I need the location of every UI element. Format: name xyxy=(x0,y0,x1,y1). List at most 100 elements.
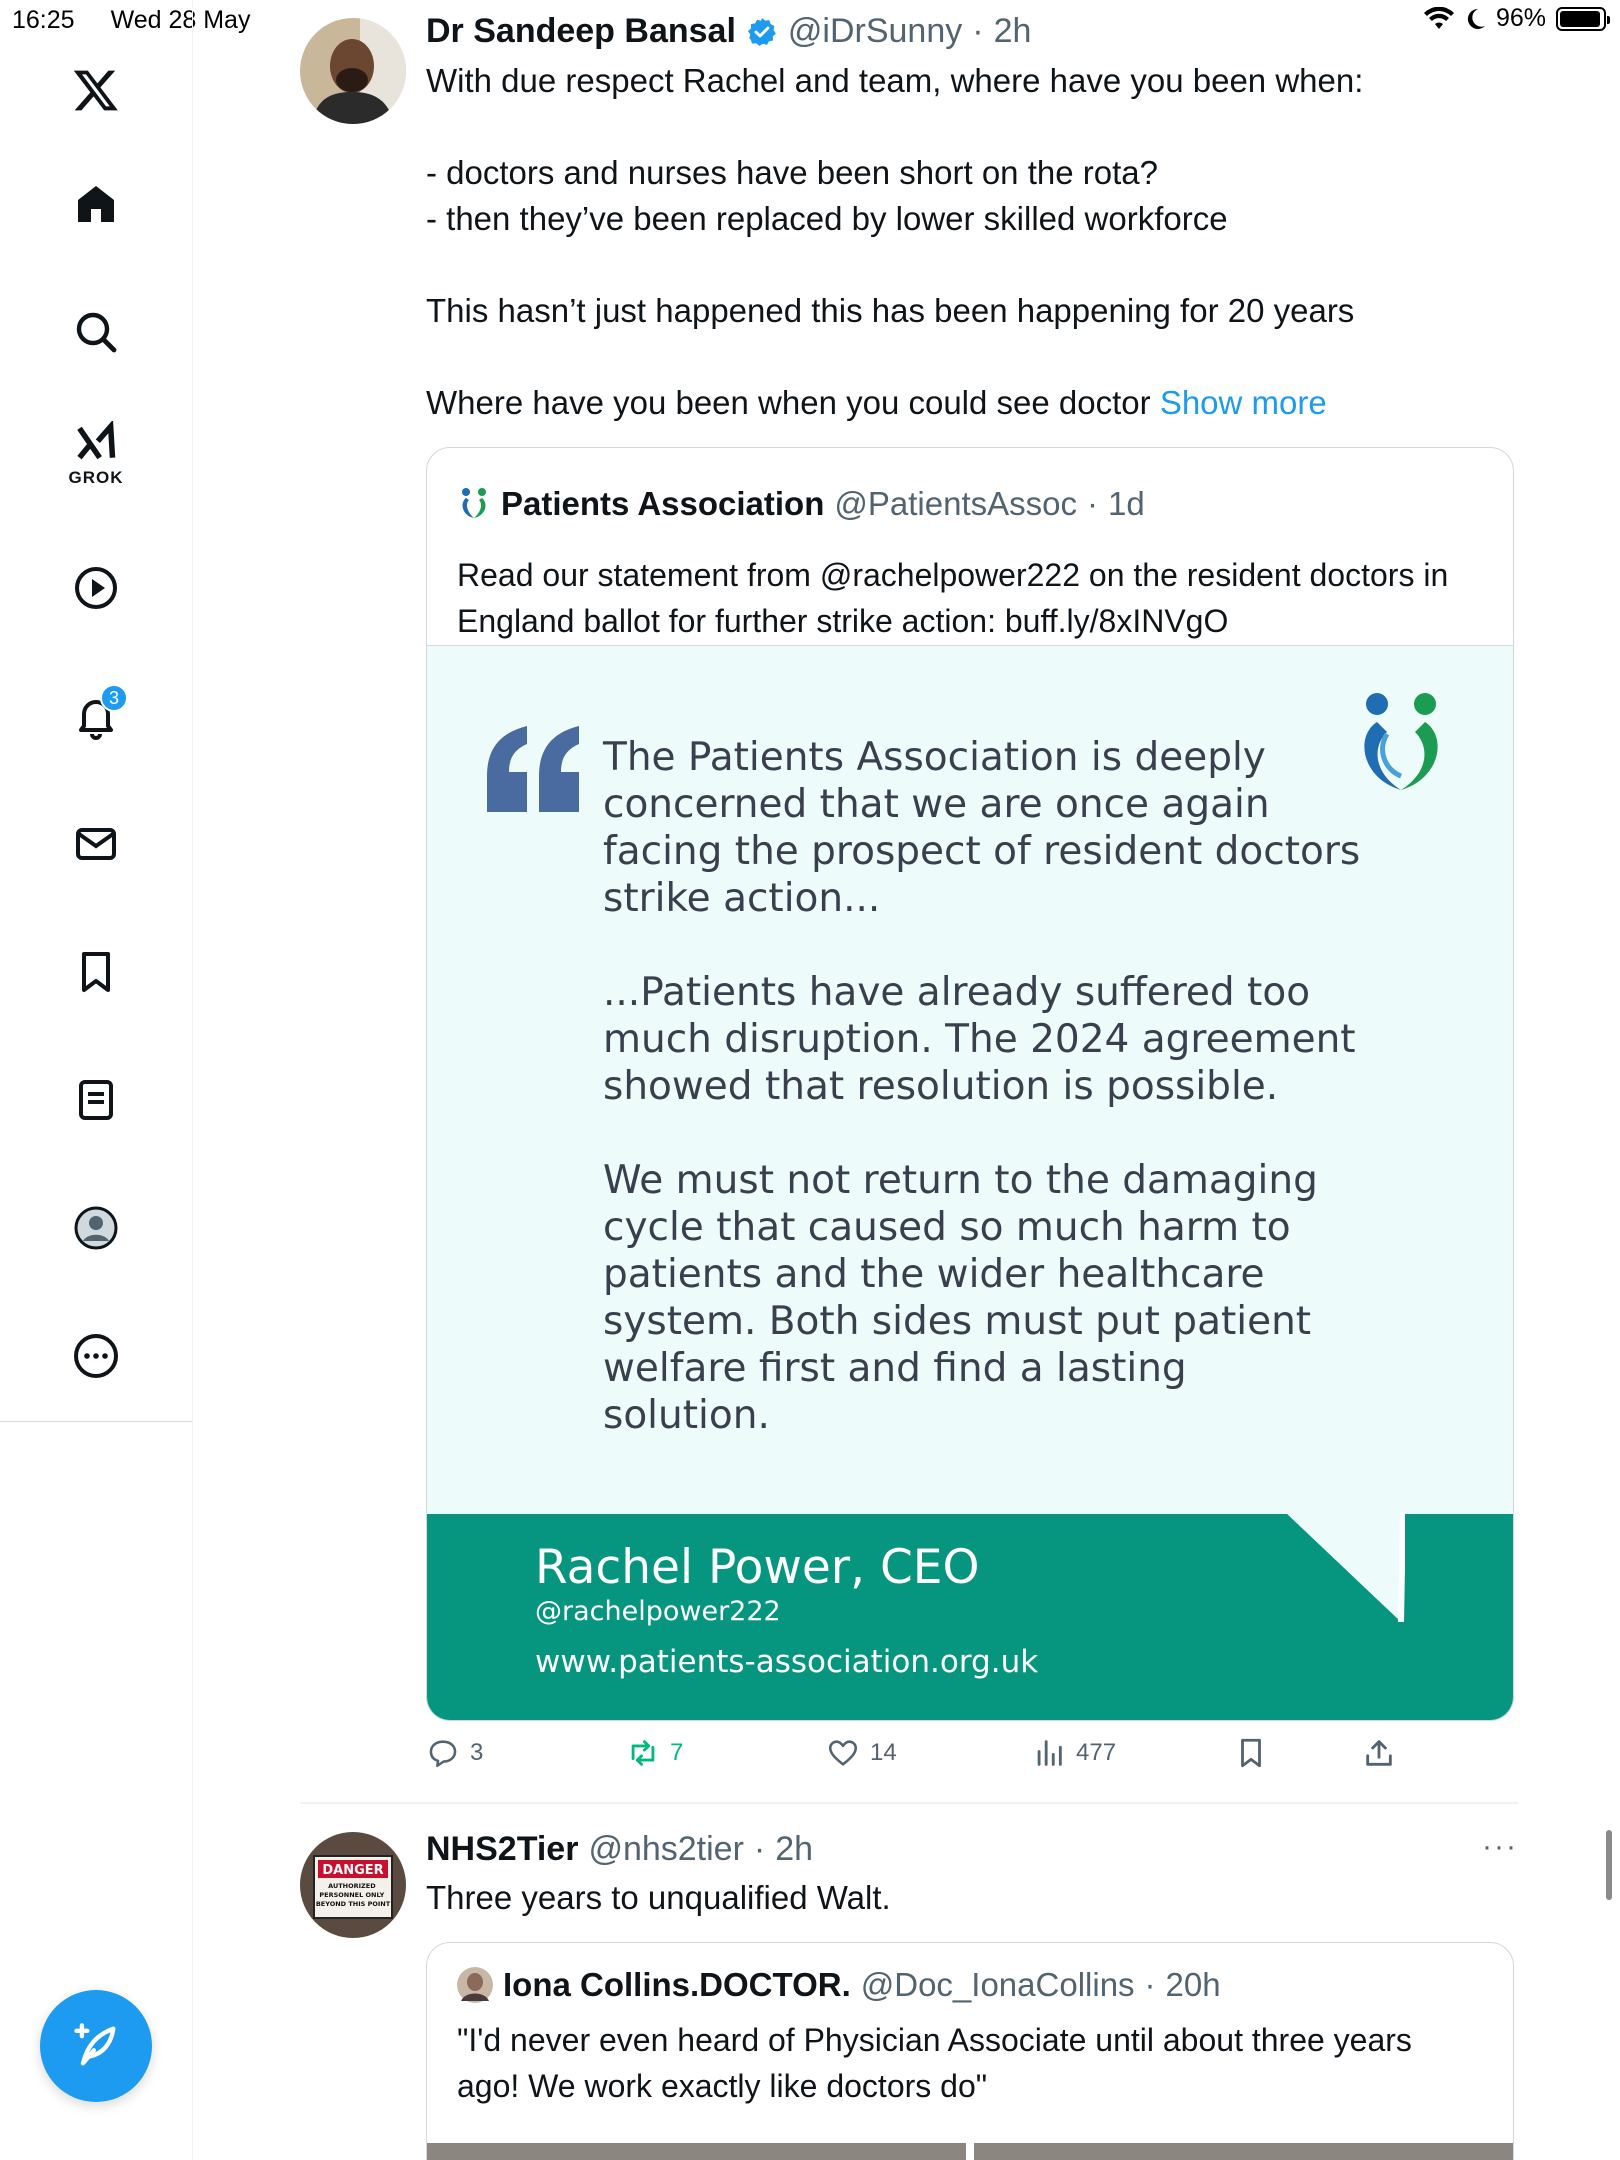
heart-icon xyxy=(828,1740,858,1766)
show-more-link[interactable]: Show more xyxy=(1160,384,1327,421)
statement-text: The Patients Association is deeply conce… xyxy=(603,735,1361,1438)
play-icon xyxy=(75,567,117,609)
quoted-tweet-card[interactable]: Iona Collins.DOCTOR. @Doc_IonaCollins · … xyxy=(426,1942,1514,2160)
bookmark-icon xyxy=(1241,1738,1261,1768)
status-bar-right: 96% xyxy=(1423,4,1610,33)
patients-association-logo-icon xyxy=(462,488,486,518)
share-button[interactable] xyxy=(1362,1736,1396,1770)
quote-author-name[interactable]: Patients Association xyxy=(501,485,824,523)
sidebar-item-bookmarks[interactable] xyxy=(60,936,132,1008)
tweet-time[interactable]: 2h xyxy=(775,1830,813,1869)
quote-author-name[interactable]: Iona Collins.DOCTOR. xyxy=(503,1966,851,2004)
author-handle[interactable]: @nhs2tier xyxy=(588,1830,743,1869)
author-name[interactable]: Dr Sandeep Bansal xyxy=(426,12,736,51)
grok-label: GROK xyxy=(68,468,124,487)
views-button[interactable]: 477 xyxy=(1032,1736,1116,1770)
sidebar-item-lists[interactable] xyxy=(60,1064,132,1136)
battery-icon xyxy=(1556,6,1610,31)
separator-dot: · xyxy=(972,12,984,50)
tweet-text: Three years to unqualified Walt. xyxy=(426,1879,891,1916)
home-icon xyxy=(78,186,114,222)
search-icon xyxy=(76,312,117,353)
like-count: 14 xyxy=(870,1739,897,1766)
quote-author-handle[interactable]: @Doc_IonaCollins xyxy=(861,1966,1135,2004)
signatory-handle: @rachelpower222 xyxy=(535,1596,781,1627)
quotation-mark-icon xyxy=(487,726,579,812)
notification-badge: 3 xyxy=(100,684,128,712)
tweet-avatar-nhs2tier[interactable]: DANGER AUTHORIZED PERSONNEL ONLY BEYOND … xyxy=(300,1832,406,1938)
quote-text: Read our statement from @rachelpower222 … xyxy=(457,557,1449,639)
quote-header: Patients Association @PatientsAssoc · 1d xyxy=(427,448,1513,552)
media-thumbnail[interactable] xyxy=(427,2143,966,2160)
tweet-text: With due respect Rachel and team, where … xyxy=(426,58,1526,426)
reply-count: 3 xyxy=(470,1739,484,1766)
danger-sign-title: DANGER xyxy=(322,1863,383,1878)
quote-image[interactable]: The Patients Association is deeply conce… xyxy=(427,645,1513,1720)
tweet-header: NHS2Tier @nhs2tier · 2h xyxy=(426,1830,813,1869)
wifi-icon xyxy=(1423,6,1454,29)
grok-icon xyxy=(77,421,116,460)
quote-text: "I'd never even heard of Physician Assoc… xyxy=(457,2022,1412,2104)
reply-icon xyxy=(429,1740,457,1768)
repost-icon xyxy=(631,1740,655,1766)
quote-author-avatar xyxy=(457,1967,493,2003)
sidebar: GROK 3 xyxy=(0,0,193,1422)
sidebar-item-explore[interactable] xyxy=(60,296,132,368)
views-count: 477 xyxy=(1076,1739,1117,1766)
tweet-actions: 3 7 14 477 xyxy=(426,1736,1426,1786)
bookmark-icon xyxy=(82,952,110,992)
battery-percent: 96% xyxy=(1495,4,1546,32)
avatar-danger-sign: DANGER AUTHORIZED PERSONNEL ONLY BEYOND … xyxy=(300,1832,406,1938)
separator-dot: · xyxy=(753,1830,766,1868)
author-handle[interactable]: @iDrSunny xyxy=(788,12,962,51)
list-icon xyxy=(79,1080,113,1120)
quote-time: 1d xyxy=(1107,485,1145,522)
sidebar-item-messages[interactable] xyxy=(60,808,132,880)
more-icon xyxy=(74,1334,118,1378)
sidebar-item-video[interactable] xyxy=(60,552,132,624)
separator-dot: · xyxy=(1086,485,1098,522)
organisation-url: www.patients-association.org.uk xyxy=(535,1644,1039,1680)
quote-header: Iona Collins.DOCTOR. @Doc_IonaCollins · … xyxy=(427,1943,1513,2017)
x-logo[interactable] xyxy=(60,54,132,126)
quote-author-handle[interactable]: @PatientsAssoc xyxy=(834,485,1077,523)
quote-time: 20h xyxy=(1165,1966,1221,2003)
signatory-name: Rachel Power, CEO xyxy=(535,1540,980,1595)
views-chart-icon xyxy=(1037,1740,1062,1766)
quoted-tweet-card[interactable]: Patients Association @PatientsAssoc · 1d… xyxy=(426,447,1514,1721)
quote-media-strip[interactable] xyxy=(427,2143,1513,2160)
sidebar-item-more[interactable] xyxy=(60,1320,132,1392)
bookmark-button[interactable] xyxy=(1234,1736,1268,1770)
tweet-header: Dr Sandeep Bansal @iDrSunny · 2h xyxy=(426,12,1031,51)
repost-count: 7 xyxy=(670,1739,684,1766)
verified-badge-icon xyxy=(747,17,776,46)
tweet-text-content: With due respect Rachel and team, where … xyxy=(426,62,1364,421)
sidebar-item-grok[interactable]: GROK xyxy=(60,416,132,488)
sidebar-item-home[interactable] xyxy=(60,168,132,240)
mail-icon xyxy=(76,828,116,860)
compose-post-button[interactable] xyxy=(40,1990,152,2102)
separator-dot: · xyxy=(1144,1966,1156,2003)
sidebar-item-profile[interactable] xyxy=(60,1192,132,1264)
patients-association-logo xyxy=(1364,693,1438,790)
reply-button[interactable]: 3 xyxy=(426,1736,483,1770)
tweet-more-options-icon[interactable]: ··· xyxy=(1482,1830,1518,1864)
speech-bubble-tail xyxy=(1285,1512,1405,1622)
battery-fill xyxy=(1560,10,1601,27)
author-name[interactable]: NHS2Tier xyxy=(426,1830,578,1869)
avatar-photo xyxy=(300,18,406,124)
tweet-divider xyxy=(300,1802,1518,1804)
scrollbar[interactable] xyxy=(1606,1830,1612,1900)
tweet-time[interactable]: 2h xyxy=(994,12,1032,51)
like-button[interactable]: 14 xyxy=(826,1736,897,1770)
media-thumbnail[interactable] xyxy=(974,2143,1513,2160)
tweet-avatar-dr-sandeep[interactable] xyxy=(300,18,406,124)
moon-icon xyxy=(1467,8,1485,29)
x-logo-icon xyxy=(73,70,118,111)
sidebar-border xyxy=(192,1422,193,2160)
signature-band: Rachel Power, CEO @rachelpower222 www.pa… xyxy=(427,1512,1513,1720)
profile-icon xyxy=(74,1206,118,1250)
compose-feather-icon xyxy=(74,2023,116,2066)
repost-button[interactable]: 7 xyxy=(626,1736,683,1770)
sidebar-item-notifications[interactable]: 3 xyxy=(60,680,132,752)
